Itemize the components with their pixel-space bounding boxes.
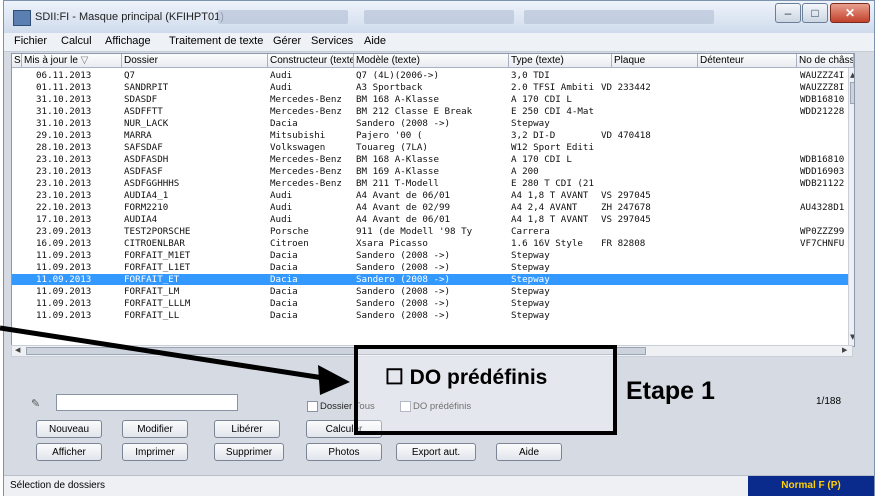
step-label: Etape 1 (626, 377, 715, 405)
callout-checkbox-icon: ☐ (385, 366, 404, 389)
callout-label: ☐ DO prédéfinis (385, 366, 548, 389)
arrow-head-icon (318, 365, 350, 395)
callout-box (354, 345, 617, 435)
